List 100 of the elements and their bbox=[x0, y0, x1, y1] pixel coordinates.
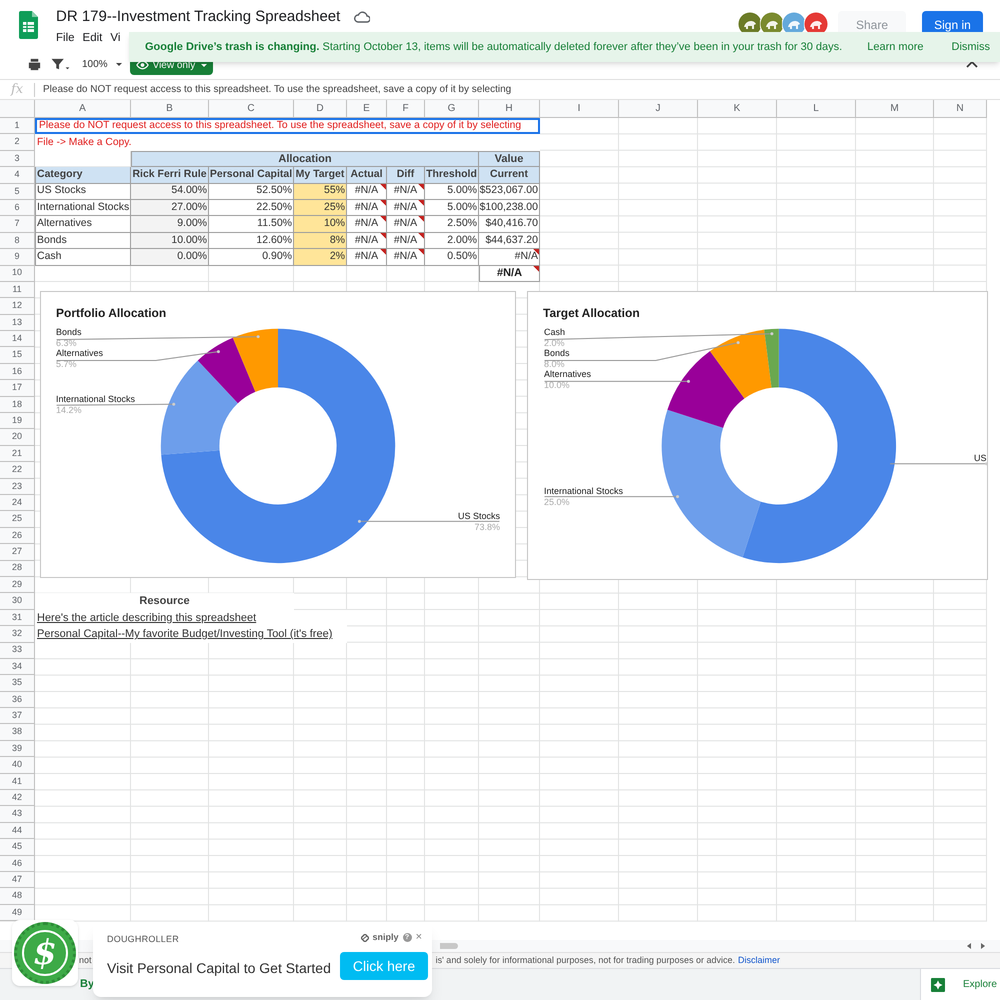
row-header[interactable]: 30 bbox=[0, 593, 35, 610]
disclaimer-link[interactable]: Disclaimer bbox=[738, 954, 780, 968]
row-header[interactable]: 1 bbox=[0, 118, 35, 134]
row-header[interactable]: 14 bbox=[0, 331, 35, 348]
row-header[interactable]: 12 bbox=[0, 298, 35, 315]
row-header[interactable]: 19 bbox=[0, 413, 35, 430]
caret-icon bbox=[116, 63, 122, 66]
row-header[interactable]: 6 bbox=[0, 200, 35, 216]
table-cell: #N/A bbox=[387, 232, 425, 250]
row-header[interactable]: 40 bbox=[0, 757, 35, 774]
resource-link[interactable]: Personal Capital--My favorite Budget/Investing Tool (it's free) bbox=[35, 626, 347, 642]
explore-button[interactable]: Explore bbox=[920, 968, 1000, 1000]
row-header[interactable]: 13 bbox=[0, 314, 35, 332]
row-header[interactable]: 37 bbox=[0, 708, 35, 724]
row-header[interactable]: 35 bbox=[0, 675, 35, 692]
row-header[interactable]: 47 bbox=[0, 872, 35, 888]
row-header[interactable]: 45 bbox=[0, 839, 35, 856]
column-header[interactable]: F bbox=[387, 100, 425, 118]
resource-link[interactable]: Here's the article describing this spreadsheet bbox=[35, 610, 347, 626]
row-header[interactable]: 16 bbox=[0, 364, 35, 380]
slice-percent: 73.8% bbox=[474, 522, 500, 532]
learn-more-link[interactable]: Learn more bbox=[867, 38, 924, 56]
eye-icon bbox=[136, 59, 149, 71]
column-header[interactable]: E bbox=[347, 100, 387, 118]
row-header[interactable]: 23 bbox=[0, 478, 35, 495]
row-header[interactable]: 4 bbox=[0, 167, 35, 184]
row-header[interactable]: 28 bbox=[0, 560, 35, 577]
column-header[interactable]: I bbox=[540, 100, 619, 118]
table-cell: 22.50% bbox=[209, 200, 294, 216]
row-header[interactable]: 18 bbox=[0, 396, 35, 414]
column-header[interactable]: B bbox=[131, 100, 209, 118]
row-header[interactable]: 33 bbox=[0, 642, 35, 659]
row-header[interactable]: 8 bbox=[0, 232, 35, 250]
menu-item[interactable]: File bbox=[56, 30, 75, 48]
print-icon[interactable] bbox=[27, 57, 42, 72]
scrollbar-thumb[interactable] bbox=[440, 942, 458, 949]
column-heading: My Target bbox=[294, 167, 347, 184]
row-header[interactable]: 48 bbox=[0, 888, 35, 905]
scroll-arrows-icon[interactable] bbox=[966, 942, 986, 950]
column-header[interactable]: G bbox=[425, 100, 479, 118]
column-heading: Category bbox=[35, 167, 131, 184]
row-header[interactable]: 39 bbox=[0, 740, 35, 758]
menu-item[interactable]: Edit bbox=[82, 30, 102, 48]
column-header[interactable]: A bbox=[35, 100, 131, 118]
row-header[interactable]: 43 bbox=[0, 806, 35, 823]
sheets-logo-icon[interactable] bbox=[19, 11, 38, 39]
row-header[interactable]: 20 bbox=[0, 429, 35, 446]
column-header[interactable]: J bbox=[619, 100, 698, 118]
dismiss-link[interactable]: Dismiss bbox=[952, 38, 990, 56]
column-header[interactable]: N bbox=[934, 100, 987, 118]
column-header[interactable]: K bbox=[698, 100, 777, 118]
column-header[interactable]: D bbox=[294, 100, 347, 118]
document-title[interactable]: DR 179--Investment Tracking Spreadsheet bbox=[56, 7, 340, 27]
row-header[interactable]: 15 bbox=[0, 347, 35, 364]
row-header[interactable]: 41 bbox=[0, 774, 35, 790]
row-header[interactable]: 24 bbox=[0, 494, 35, 512]
column-header[interactable]: H bbox=[479, 100, 540, 118]
column-header[interactable]: L bbox=[777, 100, 856, 118]
row-header[interactable]: 31 bbox=[0, 610, 35, 626]
slice-label: Alternatives bbox=[544, 369, 592, 379]
table-cell: 11.50% bbox=[209, 216, 294, 233]
zoom-dropdown[interactable]: 100% bbox=[82, 57, 122, 72]
formula-text: Please do NOT request access to this spreadsheet. To use the spreadsheet, save a copy of it by selecting bbox=[43, 83, 512, 97]
filter-icon[interactable] bbox=[50, 57, 70, 72]
row-header[interactable]: 22 bbox=[0, 462, 35, 479]
menu-item[interactable]: Vi bbox=[110, 30, 120, 48]
row-header[interactable]: 5 bbox=[0, 184, 35, 200]
table-cell: 54.00% bbox=[131, 184, 209, 200]
row-header[interactable]: 42 bbox=[0, 790, 35, 806]
row-header[interactable]: 49 bbox=[0, 904, 35, 922]
slice-label: Bonds bbox=[56, 327, 82, 337]
slice-percent: 6.3% bbox=[56, 338, 77, 348]
column-header[interactable]: M bbox=[856, 100, 934, 118]
row-header[interactable]: 21 bbox=[0, 446, 35, 462]
row-header[interactable]: 25 bbox=[0, 511, 35, 528]
table-cell: #N/A bbox=[387, 249, 425, 266]
row-header[interactable]: 17 bbox=[0, 380, 35, 397]
row-header[interactable]: 7 bbox=[0, 216, 35, 233]
row-header[interactable]: 29 bbox=[0, 576, 35, 594]
row-header[interactable]: 11 bbox=[0, 282, 35, 298]
row-header[interactable]: 46 bbox=[0, 856, 35, 872]
row-header[interactable]: 3 bbox=[0, 150, 35, 168]
close-button[interactable]: × bbox=[416, 932, 422, 944]
row-header[interactable]: 32 bbox=[0, 626, 35, 642]
column-heading: Diff bbox=[387, 167, 425, 184]
row-header[interactable]: 2 bbox=[0, 134, 35, 151]
slice-label: US Stocks bbox=[458, 511, 500, 521]
column-header[interactable]: C bbox=[209, 100, 294, 118]
row-header[interactable]: 36 bbox=[0, 692, 35, 708]
row-header[interactable]: 10 bbox=[0, 266, 35, 282]
cloud-icon[interactable] bbox=[354, 9, 370, 25]
logo-symbol: $ bbox=[22, 930, 68, 976]
row-header[interactable]: 27 bbox=[0, 544, 35, 561]
table-cell: Alternatives bbox=[35, 216, 131, 233]
row-header[interactable]: 38 bbox=[0, 724, 35, 741]
row-header[interactable]: 34 bbox=[0, 658, 35, 676]
row-header[interactable]: 44 bbox=[0, 822, 35, 840]
collapse-icon[interactable] bbox=[966, 60, 978, 69]
row-header[interactable]: 26 bbox=[0, 528, 35, 544]
row-header[interactable]: 9 bbox=[0, 249, 35, 266]
